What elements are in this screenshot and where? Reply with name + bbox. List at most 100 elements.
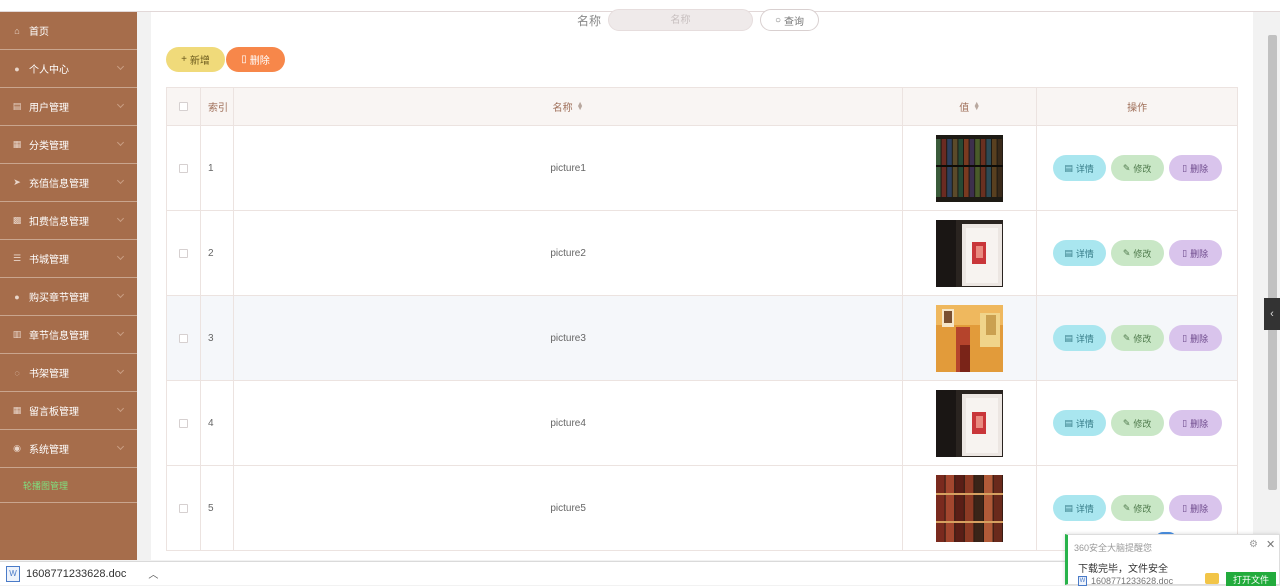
- edit-button[interactable]: ✎ 修改: [1110, 495, 1164, 521]
- table-header: 索引 名称 ▲ ▼ 值 ▲ ▼ 操作: [167, 88, 1238, 126]
- sidebar-item[interactable]: ▦ 分类管理: [0, 126, 137, 164]
- edit-button-label: 修改: [1133, 163, 1152, 174]
- row-checkbox[interactable]: [178, 333, 188, 343]
- collapse-tab[interactable]: ‹: [1264, 298, 1280, 330]
- doc-icon: W: [6, 565, 20, 582]
- row-ops: ▤ 详情 ✎ 修改 ▯ 删除: [1037, 296, 1238, 380]
- row-checkbox[interactable]: [178, 248, 188, 258]
- sort-icon[interactable]: ▲ ▼: [973, 101, 980, 112]
- row-checkbox-cell: [167, 126, 201, 210]
- close-icon[interactable]: ✕: [1266, 538, 1275, 551]
- row-value: [903, 211, 1038, 295]
- row-name: picture2: [234, 211, 904, 295]
- gear-icon[interactable]: ⚙: [1249, 539, 1258, 550]
- edit-button[interactable]: ✎ 修改: [1110, 240, 1164, 266]
- chevron-up-icon[interactable]: ︿: [148, 566, 158, 581]
- sort-icon[interactable]: ▲ ▼: [577, 101, 584, 112]
- row-value: [903, 126, 1038, 210]
- delete-button-label: 删除: [249, 56, 270, 67]
- sidebar-item[interactable]: ◉ 系统管理: [0, 430, 137, 468]
- detail-button-label: 详情: [1075, 333, 1094, 344]
- header-value-label: 值: [959, 103, 970, 114]
- sidebar-item-label: 书架管理: [29, 369, 69, 380]
- edit-button-label: 修改: [1133, 333, 1152, 344]
- sidebar-item[interactable]: ➤ 充值信息管理: [0, 164, 137, 202]
- pencil-icon: ✎: [1122, 162, 1131, 173]
- add-button[interactable]: + 新增: [166, 47, 225, 72]
- detail-button[interactable]: ▤ 详情: [1052, 240, 1106, 266]
- chevron-down-icon: [116, 290, 125, 299]
- search-button[interactable]: ○ 查询: [760, 9, 819, 31]
- delete-button[interactable]: ▯ 删除: [226, 47, 285, 72]
- sidebar-item[interactable]: ▩ 扣费信息管理: [0, 202, 137, 240]
- remove-button[interactable]: ▯ 删除: [1168, 410, 1222, 436]
- detail-button[interactable]: ▤ 详情: [1052, 495, 1106, 521]
- edit-button-label: 修改: [1133, 248, 1152, 259]
- sliders-icon: ☰: [12, 253, 22, 263]
- thumbnail-image: [936, 134, 1004, 202]
- chevron-down-icon: [116, 214, 125, 223]
- row-index: 2: [201, 211, 234, 295]
- pencil-icon: ✎: [1122, 417, 1131, 428]
- person-icon: ●: [14, 291, 20, 302]
- sidebar-item[interactable]: ▤ 用户管理: [0, 88, 137, 126]
- remove-button[interactable]: ▯ 删除: [1168, 495, 1222, 521]
- row-checkbox[interactable]: [178, 503, 188, 513]
- doc-icon: ▤: [1064, 247, 1073, 258]
- sidebar-item[interactable]: ▥ 章节信息管理: [0, 316, 137, 354]
- sidebar-subitem-carousel[interactable]: 轮播图管理: [0, 468, 137, 503]
- download-item[interactable]: W 1608771233628.doc ︿: [0, 565, 158, 582]
- row-checkbox-cell: [167, 466, 201, 550]
- remove-button[interactable]: ▯ 删除: [1168, 325, 1222, 351]
- detail-button[interactable]: ▤ 详情: [1052, 325, 1106, 351]
- row-name: picture1: [234, 126, 904, 210]
- chevron-down-icon: [116, 328, 125, 337]
- sidebar-item[interactable]: ☰ 书城管理: [0, 240, 137, 278]
- scrollbar[interactable]: [1268, 35, 1277, 490]
- sidebar-item[interactable]: ▦ 留言板管理: [0, 392, 137, 430]
- pencil-icon: ✎: [1122, 247, 1131, 258]
- trash-icon: ▯: [1182, 247, 1188, 258]
- sidebar-item[interactable]: ● 购买章节管理: [0, 278, 137, 316]
- open-file-button[interactable]: 打开文件: [1226, 572, 1276, 586]
- detail-button-label: 详情: [1075, 503, 1094, 514]
- sidebar-item[interactable]: ● 个人中心: [0, 50, 137, 88]
- chevron-down-icon: [116, 100, 125, 109]
- row-value: [903, 466, 1038, 550]
- remove-button-label: 删除: [1190, 503, 1209, 514]
- remove-button-label: 删除: [1190, 333, 1209, 344]
- remove-button[interactable]: ▯ 删除: [1168, 155, 1222, 181]
- trash-icon: ▯: [1182, 502, 1188, 513]
- row-name: picture4: [234, 381, 904, 465]
- select-all-checkbox[interactable]: [178, 102, 188, 111]
- detail-button[interactable]: ▤ 详情: [1052, 155, 1106, 181]
- edit-button[interactable]: ✎ 修改: [1110, 325, 1164, 351]
- doc-icon: ▤: [1064, 162, 1073, 173]
- main-content: 名称 名称 ○ 查询 + 新增 ▯ 删除 索引 名称 ▲ ▼ 值 ▲ ▼ 操作 1 pic…: [151, 9, 1253, 560]
- remove-button-label: 删除: [1190, 418, 1209, 429]
- edit-button[interactable]: ✎ 修改: [1110, 155, 1164, 181]
- sidebar-item[interactable]: ◌ 书架管理: [0, 354, 137, 392]
- send-icon: ➤: [13, 177, 21, 187]
- bars-icon: ▥: [12, 329, 22, 339]
- edit-button[interactable]: ✎ 修改: [1110, 410, 1164, 436]
- sidebar-item[interactable]: ⌂ 首页: [0, 12, 137, 50]
- remove-button[interactable]: ▯ 删除: [1168, 240, 1222, 266]
- chevron-down-icon: [116, 442, 125, 451]
- folder-icon[interactable]: [1205, 573, 1219, 584]
- row-checkbox[interactable]: [178, 418, 188, 428]
- row-checkbox[interactable]: [178, 163, 188, 173]
- doc-icon: ▤: [1064, 417, 1073, 428]
- row-index: 4: [201, 381, 234, 465]
- row-ops: ▤ 详情 ✎ 修改 ▯ 删除: [1037, 381, 1238, 465]
- detail-button[interactable]: ▤ 详情: [1052, 410, 1106, 436]
- chevron-down-icon: [116, 138, 125, 147]
- row-name: picture3: [234, 296, 904, 380]
- chevron-down-icon: [116, 404, 125, 413]
- header-name[interactable]: 名称 ▲ ▼: [234, 88, 904, 125]
- thumbnail-image: [936, 304, 1004, 372]
- sidebar-item-label: 系统管理: [29, 445, 69, 456]
- header-value[interactable]: 值 ▲ ▼: [903, 88, 1038, 125]
- sidebar-item-label: 分类管理: [29, 141, 69, 152]
- search-input[interactable]: 名称: [608, 9, 753, 31]
